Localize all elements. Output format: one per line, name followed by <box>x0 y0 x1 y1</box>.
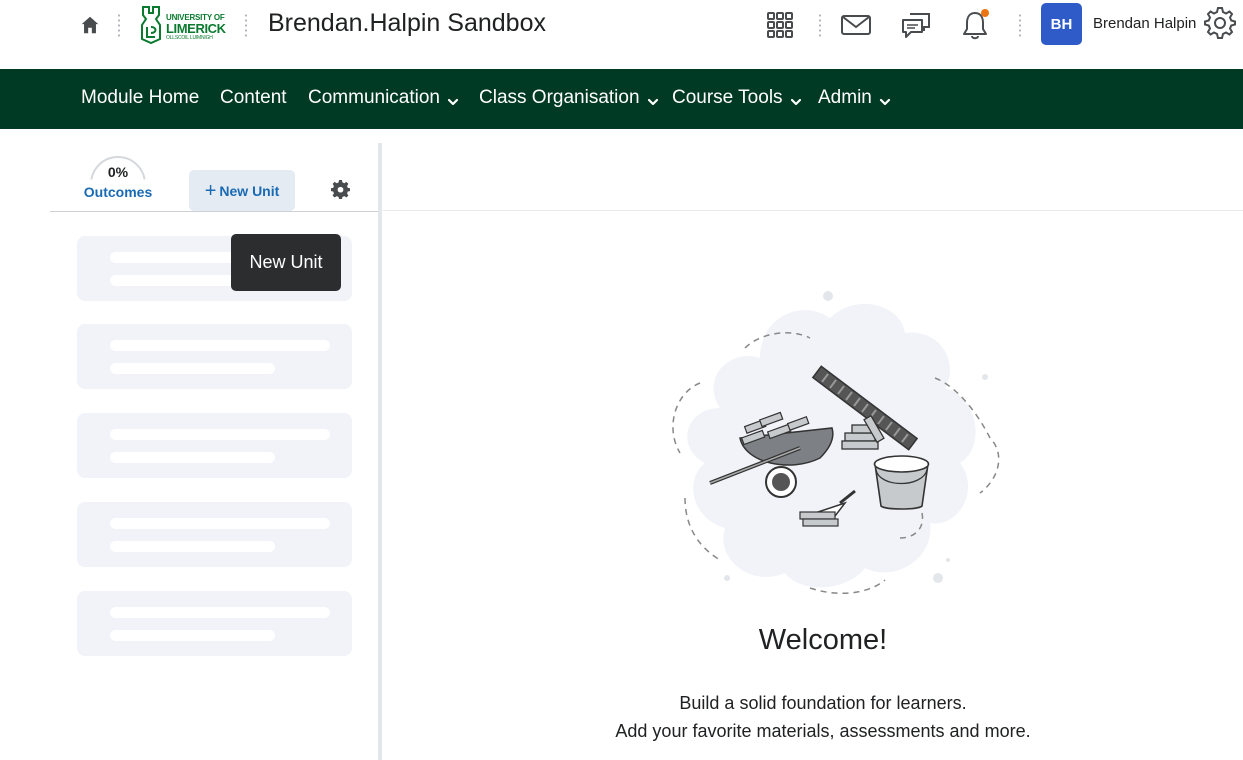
placeholder-line <box>110 340 330 351</box>
unit-placeholder <box>77 591 352 656</box>
nav-module-home[interactable]: Module Home <box>81 87 199 109</box>
bell-icon[interactable] <box>958 9 992 41</box>
settings-gear-icon[interactable] <box>331 180 350 199</box>
placeholder-line <box>110 607 330 618</box>
course-title[interactable]: Brendan.Halpin Sandbox <box>268 9 546 38</box>
unit-placeholder <box>77 502 352 567</box>
outcomes-label: Outcomes <box>83 184 153 200</box>
placeholder-line <box>110 630 275 641</box>
placeholder-line <box>110 363 275 374</box>
nav-label: Class Organisation <box>479 87 640 108</box>
new-unit-tooltip: New Unit <box>231 234 341 291</box>
nav-course-tools[interactable]: Course Tools <box>672 87 802 109</box>
panel-header-divider <box>50 211 379 212</box>
placeholder-line <box>110 452 275 463</box>
nav-class-organisation[interactable]: Class Organisation <box>479 87 659 109</box>
outcomes-percent: 0% <box>107 164 129 180</box>
toolbar-divider <box>245 13 247 37</box>
nav-label: Course Tools <box>672 87 783 108</box>
new-unit-label: New Unit <box>219 182 280 199</box>
chevron-down-icon <box>790 92 802 106</box>
nav-admin[interactable]: Admin <box>818 87 891 109</box>
toolbar-divider <box>819 13 821 37</box>
home-icon[interactable] <box>79 14 101 36</box>
nav-communication[interactable]: Communication <box>308 87 459 109</box>
chat-icon[interactable] <box>899 9 933 41</box>
unit-placeholder <box>77 413 352 478</box>
mail-icon[interactable] <box>839 9 873 41</box>
apps-grid-icon[interactable] <box>763 9 797 41</box>
nav-content[interactable]: Content <box>220 87 287 109</box>
welcome-description-line-1: Build a solid foundation for learners. <box>679 693 967 713</box>
toolbar-divider <box>1019 13 1021 37</box>
nav-label: Module Home <box>81 87 200 108</box>
placeholder-line <box>110 518 330 529</box>
avatar[interactable]: BH <box>1041 3 1082 45</box>
placeholder-line <box>110 429 330 440</box>
nav-label: Content <box>220 87 287 108</box>
outcomes-progress[interactable]: 0% Outcomes <box>80 156 156 202</box>
nav-label: Communication <box>308 87 440 108</box>
nav-label: Admin <box>818 87 872 108</box>
gear-icon[interactable] <box>1203 7 1237 39</box>
course-navbar: Module Home Content Communication Class … <box>0 69 1243 129</box>
logo-line-2: LIMERICK <box>166 21 226 36</box>
welcome-description-line-2: Add your favorite materials, assessments… <box>615 721 1031 741</box>
content-header-divider <box>383 210 1243 211</box>
new-unit-button[interactable]: + New Unit <box>189 170 295 211</box>
logo-text: UNIVERSITY OF LIMERICK OLLSCOIL LUIMNIGH <box>166 14 226 42</box>
chevron-down-icon <box>447 92 459 106</box>
unit-placeholder <box>77 324 352 389</box>
university-logo[interactable]: UNIVERSITY OF LIMERICK OLLSCOIL LUIMNIGH <box>139 5 229 47</box>
panel-resize-handle[interactable] <box>378 143 382 760</box>
chevron-down-icon <box>879 92 891 106</box>
construction-illustration <box>660 288 1010 603</box>
plus-icon: + <box>204 179 217 202</box>
toolbar-divider <box>118 13 120 37</box>
placeholder-line <box>110 541 275 552</box>
welcome-title: Welcome! <box>758 624 888 656</box>
top-bar: UNIVERSITY OF LIMERICK OLLSCOIL LUIMNIGH… <box>0 0 1243 69</box>
user-name[interactable]: Brendan Halpin <box>1093 15 1196 32</box>
chevron-down-icon <box>647 92 659 106</box>
